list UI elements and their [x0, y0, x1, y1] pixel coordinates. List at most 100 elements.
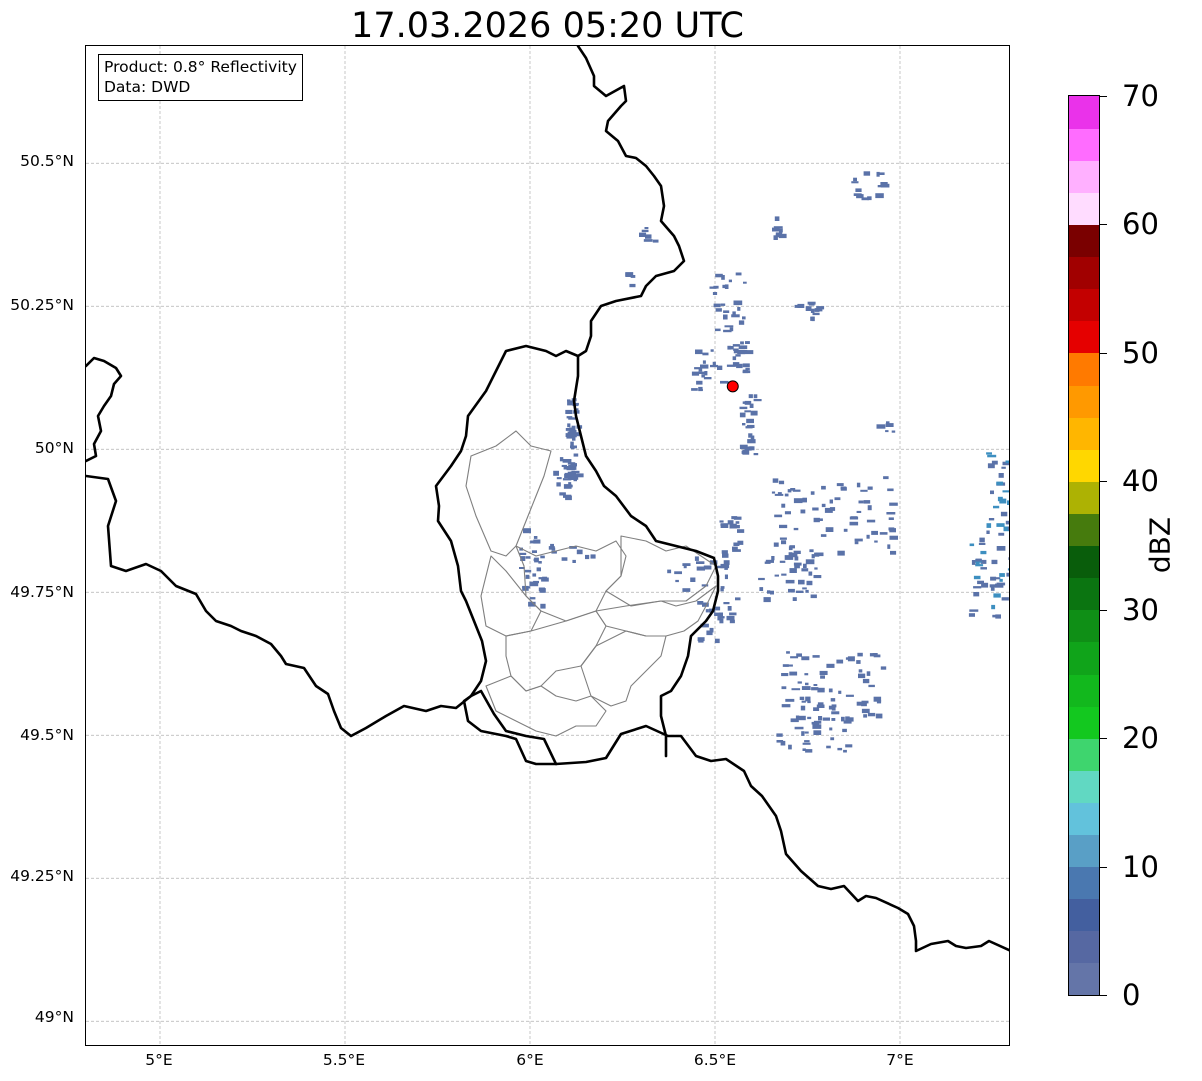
echo-cell: [641, 229, 649, 233]
latitude-label: 50.5°N: [20, 152, 74, 170]
echo-cell: [695, 349, 703, 355]
echo-cell: [719, 520, 724, 523]
echo-cell: [533, 539, 541, 544]
echo-cell: [697, 601, 704, 605]
colorbar-segment: [1069, 417, 1099, 450]
echo-cell: [802, 742, 811, 745]
echo-cell: [843, 528, 848, 532]
echo-cell: [746, 418, 754, 424]
colorbar-segment: [1069, 770, 1099, 803]
echo-cell: [690, 577, 696, 582]
echo-cell: [738, 345, 748, 349]
echo-cell: [744, 400, 752, 405]
radar-map[interactable]: Product: 0.8° Reflectivity Data: DWD: [85, 45, 1010, 1046]
echo-cell: [830, 737, 835, 741]
district-boundary: [465, 430, 552, 557]
echo-cell: [853, 177, 857, 182]
colorbar-tick-label: 30: [1122, 592, 1159, 627]
echo-cell: [737, 529, 745, 533]
echo-cell: [714, 328, 721, 332]
echo-cell: [781, 686, 787, 690]
echo-cell: [729, 327, 734, 332]
echo-cell: [667, 569, 672, 574]
echo-cell: [561, 557, 568, 561]
echo-cell: [788, 546, 793, 551]
echo-cell: [559, 492, 566, 496]
echo-cell: [705, 609, 709, 613]
echo-cell: [779, 537, 787, 540]
echo-cell: [795, 715, 800, 719]
echo-cell: [753, 394, 758, 399]
echo-cell: [863, 171, 871, 176]
echo-cell: [742, 316, 746, 320]
echo-cell: [805, 749, 813, 753]
echo-cell: [567, 399, 571, 402]
echo-cell: [525, 556, 531, 559]
echo-cell: [801, 686, 811, 690]
echo-cell: [845, 744, 853, 748]
echo-cell: [724, 325, 734, 328]
echo-cell: [767, 590, 771, 594]
echo-cell: [570, 429, 577, 435]
echo-cell: [774, 493, 784, 496]
echo-cell: [735, 597, 741, 601]
echo-cell: [858, 673, 866, 679]
colorbar-segment: [1069, 513, 1099, 547]
echo-cell: [857, 652, 863, 657]
echo-cell: [739, 444, 748, 450]
echo-cell: [1001, 466, 1006, 469]
echo-cell: [981, 582, 989, 588]
echo-cell: [714, 638, 720, 644]
product-label: Product: 0.8° Reflectivity: [104, 58, 297, 76]
longitude-label: 6°E: [516, 1051, 544, 1069]
echo-cell: [866, 534, 870, 539]
echo-cell: [703, 377, 712, 380]
echo-cell: [996, 546, 1006, 551]
echo-cell: [781, 673, 789, 677]
echo-cell: [849, 521, 859, 526]
echo-cell: [735, 272, 742, 276]
echo-cell: [571, 463, 577, 467]
echo-cell: [781, 704, 791, 708]
echo-cell: [565, 409, 573, 414]
echo-cell: [780, 740, 786, 746]
echo-cell: [871, 530, 878, 535]
colorbar-segment: [1069, 866, 1099, 900]
echo-cell: [810, 491, 815, 495]
echo-cell: [722, 553, 729, 558]
echo-cell: [710, 349, 714, 352]
echo-cell: [524, 569, 532, 573]
echo-cell: [806, 580, 813, 586]
echo-cell: [854, 541, 859, 545]
echo-cell: [644, 227, 649, 229]
echo-cell: [779, 524, 788, 529]
echo-cell: [987, 454, 997, 458]
echo-cell: [1005, 520, 1009, 525]
echo-cell: [863, 714, 868, 718]
colorbar-segment: [1069, 962, 1099, 995]
echo-cell: [975, 558, 982, 562]
echo-cell: [728, 279, 732, 283]
colorbar-tick-mark: [1100, 224, 1107, 226]
echo-cell: [789, 671, 798, 676]
echo-cell: [973, 592, 980, 597]
echo-cell: [1005, 460, 1009, 464]
echo-cell: [1006, 572, 1009, 577]
echo-cell: [990, 490, 994, 495]
echo-cell: [742, 449, 750, 455]
echo-cell: [1002, 490, 1009, 493]
echo-cell: [812, 724, 822, 729]
echo-cell: [805, 682, 809, 686]
colorbar-segment: [1069, 706, 1099, 739]
colorbar-segment: [1069, 256, 1099, 290]
echo-cell: [845, 694, 854, 697]
echo-cell: [585, 554, 590, 560]
echo-cell: [803, 563, 807, 568]
echo-cell: [709, 286, 717, 289]
echo-cell: [529, 597, 536, 600]
echo-cell: [565, 428, 571, 431]
echo-cell: [682, 563, 691, 566]
echo-cell: [794, 726, 804, 730]
latitude-label: 49.75°N: [10, 583, 74, 601]
echo-cell: [816, 306, 825, 310]
